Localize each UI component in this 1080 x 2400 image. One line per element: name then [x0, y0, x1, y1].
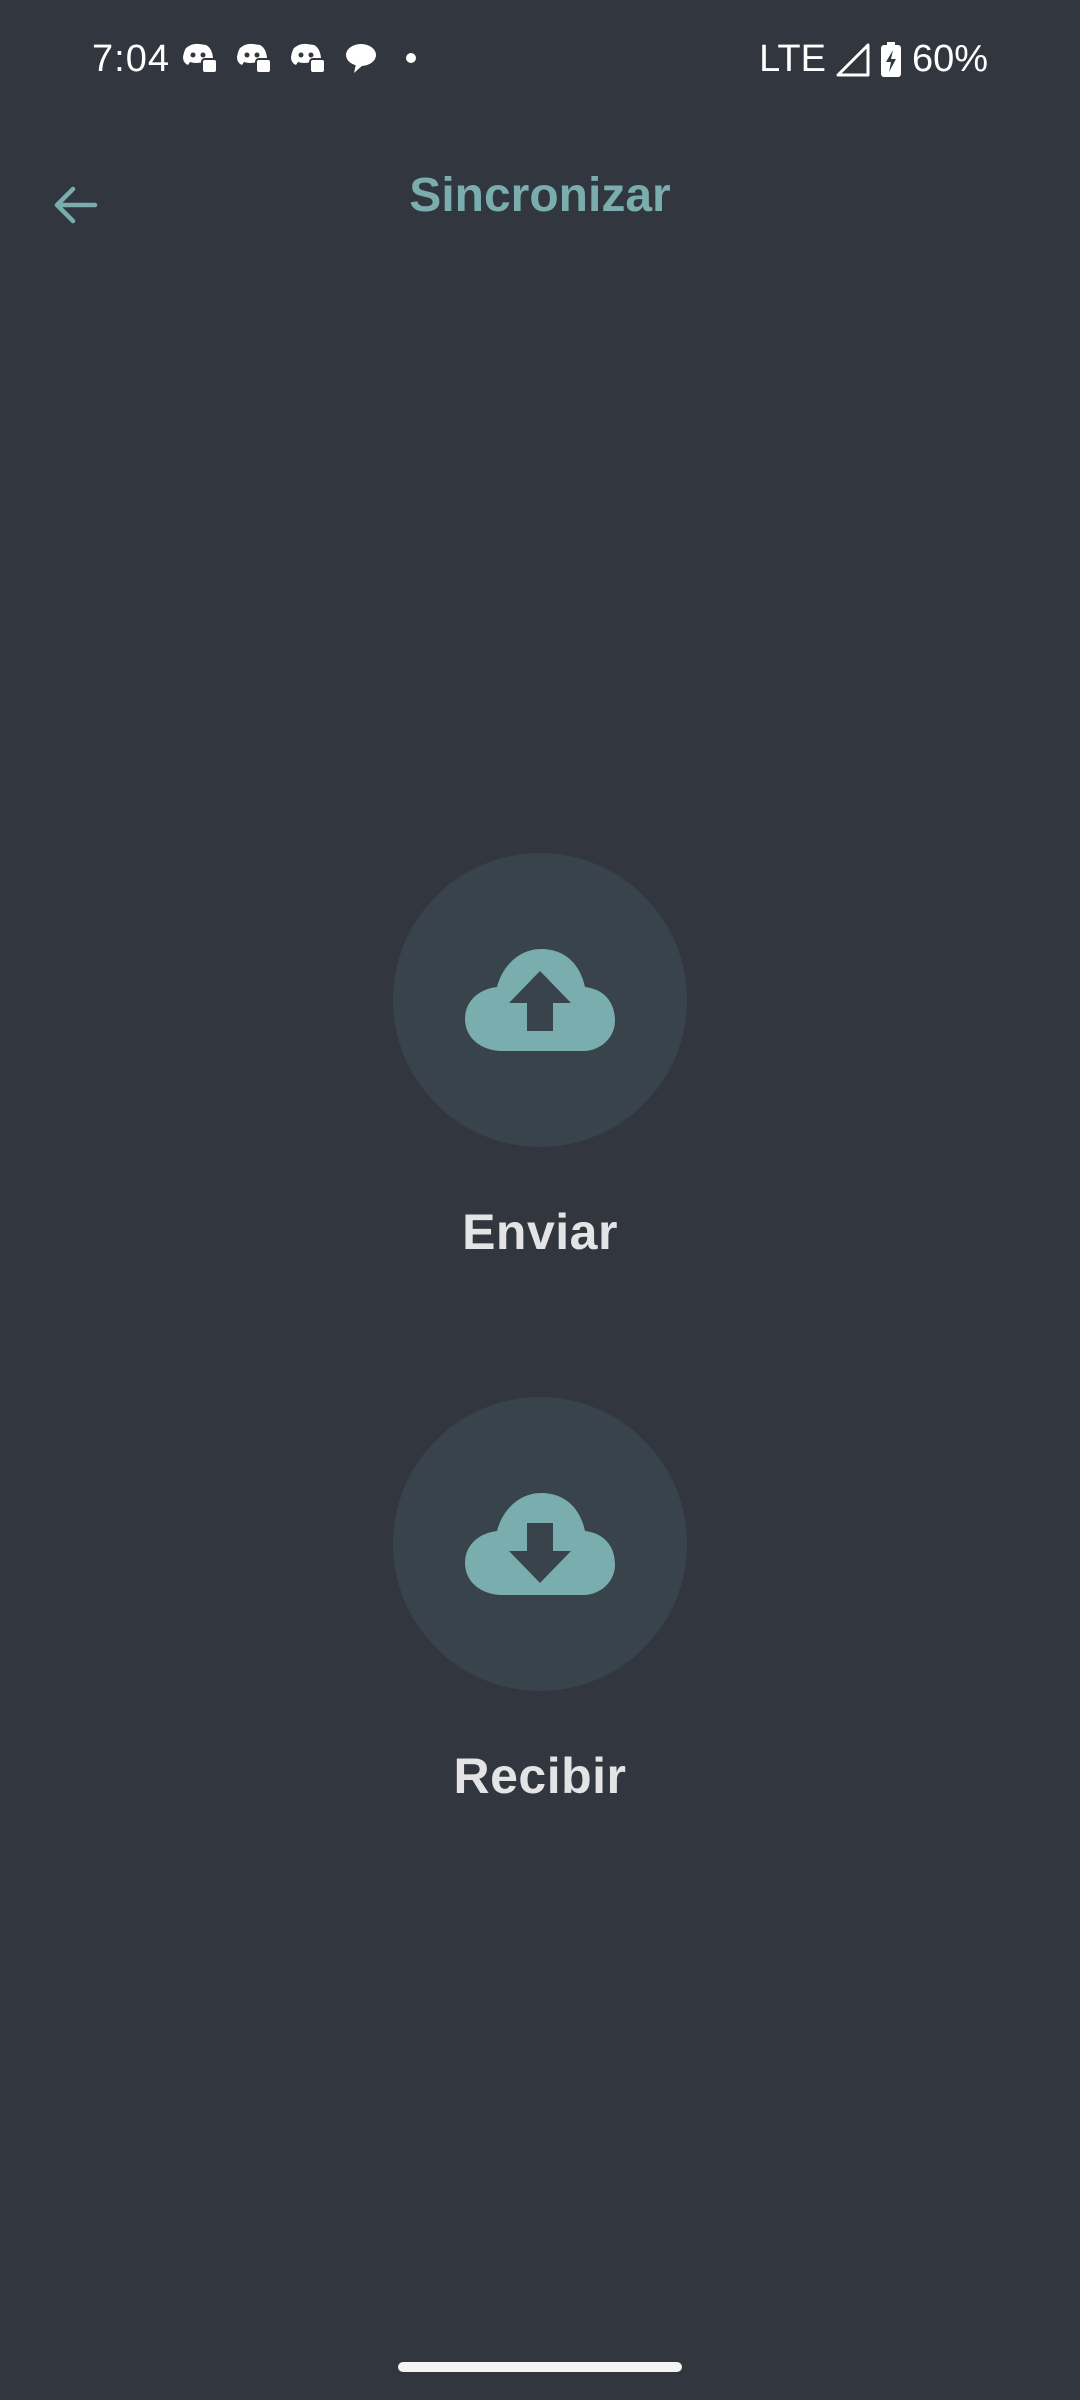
send-button[interactable] — [393, 853, 687, 1147]
status-time: 7:04 — [92, 38, 170, 80]
discord-icon — [237, 43, 272, 74]
receive-label: Recibir — [453, 1748, 627, 1804]
battery-charging-icon — [880, 41, 901, 77]
send-label: Enviar — [462, 1204, 618, 1260]
cloud-upload-icon — [465, 949, 615, 1051]
signal-icon — [836, 43, 870, 76]
send-action: Enviar — [0, 853, 1080, 1261]
network-type: LTE — [759, 38, 826, 80]
notification-icons — [182, 42, 426, 74]
dot-icon — [406, 53, 416, 63]
discord-icon — [183, 43, 218, 74]
chat-bubble-icon — [346, 44, 376, 73]
page-title: Sincronizar — [409, 169, 671, 222]
receive-button[interactable] — [393, 1397, 687, 1691]
status-right: LTE 60% — [759, 38, 988, 81]
discord-icon — [291, 43, 326, 74]
receive-action: Recibir — [0, 1397, 1080, 1805]
home-indicator[interactable] — [398, 2362, 682, 2372]
app-bar: Sincronizar — [0, 120, 1080, 270]
battery-level: 60% — [911, 38, 988, 80]
cloud-download-icon — [465, 1493, 615, 1595]
status-bar: 7:04 LTE 60% — [0, 0, 1080, 120]
